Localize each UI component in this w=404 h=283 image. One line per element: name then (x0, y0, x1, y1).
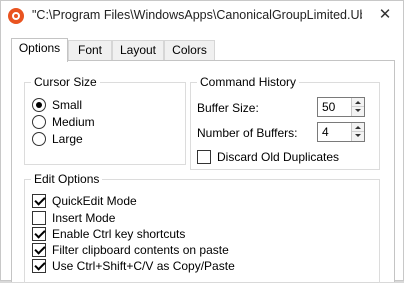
options-panel: Cursor Size Small Medium Large Command H… (11, 60, 395, 283)
edit-options-title: Edit Options (31, 172, 103, 186)
cursor-size-group: Cursor Size Small Medium Large (24, 75, 186, 165)
tab-colors[interactable]: Colors (164, 40, 215, 61)
ubuntu-logo-icon (8, 8, 24, 24)
buffer-size-value[interactable]: 50 (322, 99, 335, 115)
buffer-size-label: Buffer Size: (197, 101, 259, 115)
command-history-group: Command History Buffer Size: 50 Number o… (190, 75, 380, 170)
close-icon[interactable]: ✕ (373, 5, 397, 25)
spin-down-icon[interactable] (352, 132, 364, 141)
enable-ctrl-shortcuts-label: Enable Ctrl key shortcuts (52, 227, 186, 241)
buffer-size-stepper[interactable]: 50 (317, 97, 365, 117)
tab-options[interactable]: Options (11, 38, 68, 62)
checkbox-checked[interactable] (32, 194, 46, 208)
cursor-size-title: Cursor Size (31, 75, 100, 89)
quickedit-mode-label: QuickEdit Mode (52, 194, 137, 208)
spin-down-icon[interactable] (352, 107, 364, 116)
checkbox-checked[interactable] (32, 227, 46, 241)
ctrl-shift-copy-paste-option[interactable]: Use Ctrl+Shift+C/V as Copy/Paste (32, 258, 332, 274)
radio-small[interactable]: Small (32, 97, 172, 113)
tab-layout[interactable]: Layout (112, 40, 164, 61)
radio-medium-label: Medium (52, 115, 95, 129)
number-of-buffers-stepper[interactable]: 4 (317, 122, 365, 142)
checkbox-checked[interactable] (32, 259, 46, 273)
number-of-buffers-spin-buttons (351, 123, 364, 141)
enable-ctrl-shortcuts-option[interactable]: Enable Ctrl key shortcuts (32, 226, 332, 242)
radio-small-label: Small (52, 98, 83, 112)
edit-options-group: Edit Options QuickEdit Mode Insert Mode … (24, 172, 380, 283)
buffer-size-spin-buttons (351, 98, 364, 116)
radio-button[interactable] (32, 115, 46, 129)
title-bar: "C:\Program Files\WindowsApps\CanonicalG… (1, 1, 403, 31)
radio-button[interactable] (32, 132, 46, 146)
number-of-buffers-value[interactable]: 4 (322, 124, 329, 140)
discard-old-duplicates-label: Discard Old Duplicates (217, 150, 340, 164)
radio-large-label: Large (52, 132, 83, 146)
properties-dialog: "C:\Program Files\WindowsApps\CanonicalG… (0, 0, 404, 283)
insert-mode-label: Insert Mode (52, 211, 116, 225)
radio-button-selected[interactable] (32, 98, 46, 112)
checkbox-checked[interactable] (32, 243, 46, 257)
ctrl-shift-copy-paste-label: Use Ctrl+Shift+C/V as Copy/Paste (52, 259, 235, 273)
discard-old-duplicates-option[interactable]: Discard Old Duplicates (197, 149, 367, 165)
radio-medium[interactable]: Medium (32, 114, 172, 130)
insert-mode-option[interactable]: Insert Mode (32, 210, 332, 226)
checkbox-unchecked[interactable] (197, 150, 211, 164)
tab-font[interactable]: Font (68, 40, 112, 61)
filter-clipboard-option[interactable]: Filter clipboard contents on paste (32, 242, 332, 258)
command-history-title: Command History (197, 75, 300, 89)
filter-clipboard-label: Filter clipboard contents on paste (52, 243, 229, 257)
window-title: "C:\Program Files\WindowsApps\CanonicalG… (32, 8, 362, 22)
tab-strip: Options Font Layout Colors (11, 38, 395, 62)
spin-up-icon[interactable] (352, 98, 364, 107)
quickedit-mode-option[interactable]: QuickEdit Mode (32, 193, 332, 209)
checkbox-unchecked[interactable] (32, 211, 46, 225)
number-of-buffers-label: Number of Buffers: (197, 126, 298, 140)
radio-large[interactable]: Large (32, 131, 172, 147)
spin-up-icon[interactable] (352, 123, 364, 132)
